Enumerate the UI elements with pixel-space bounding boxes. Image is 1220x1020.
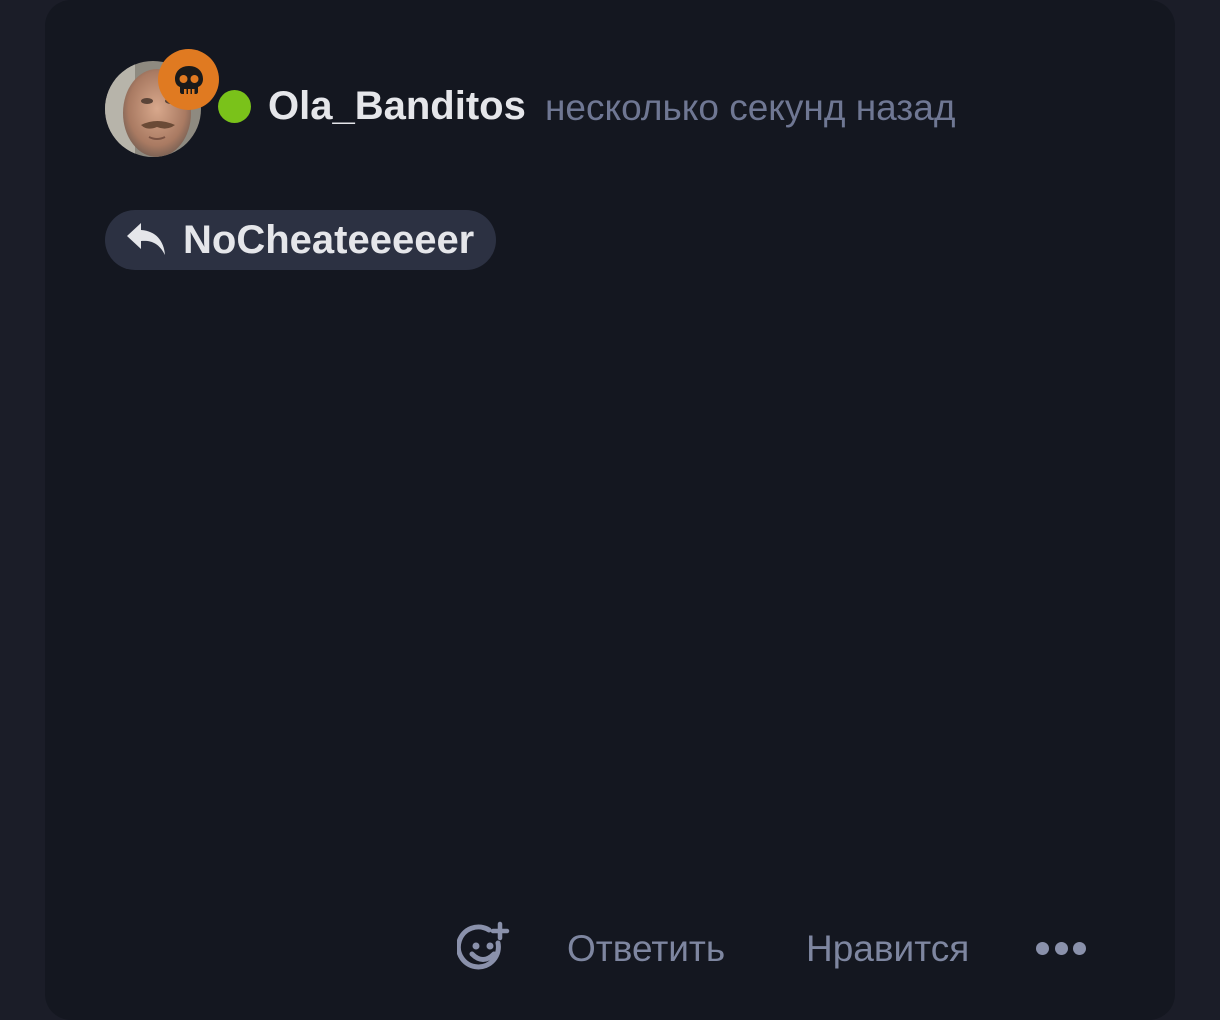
reply-button[interactable]: Ответить <box>567 926 725 972</box>
author-username[interactable]: Ola_Banditos <box>268 83 526 129</box>
more-options-button[interactable] <box>1036 935 1086 961</box>
skull-badge <box>158 49 219 110</box>
online-status-dot <box>218 90 251 123</box>
more-dots-icon <box>1054 941 1068 955</box>
reply-to-chip[interactable]: NoCheateeeeer <box>105 210 497 270</box>
comment-card <box>45 0 1175 1020</box>
more-dots-icon <box>1073 941 1086 955</box>
add-reaction-button[interactable] <box>455 921 513 977</box>
more-dots-icon <box>1036 941 1049 955</box>
post-timestamp[interactable]: несколько секунд назад <box>545 85 955 131</box>
emoji-add-icon <box>455 921 510 970</box>
like-button[interactable]: Нравится <box>806 926 969 972</box>
reply-to-username: NoCheateeeeer <box>183 217 475 262</box>
reply-arrow-icon <box>125 221 169 259</box>
skull-icon <box>174 65 203 94</box>
